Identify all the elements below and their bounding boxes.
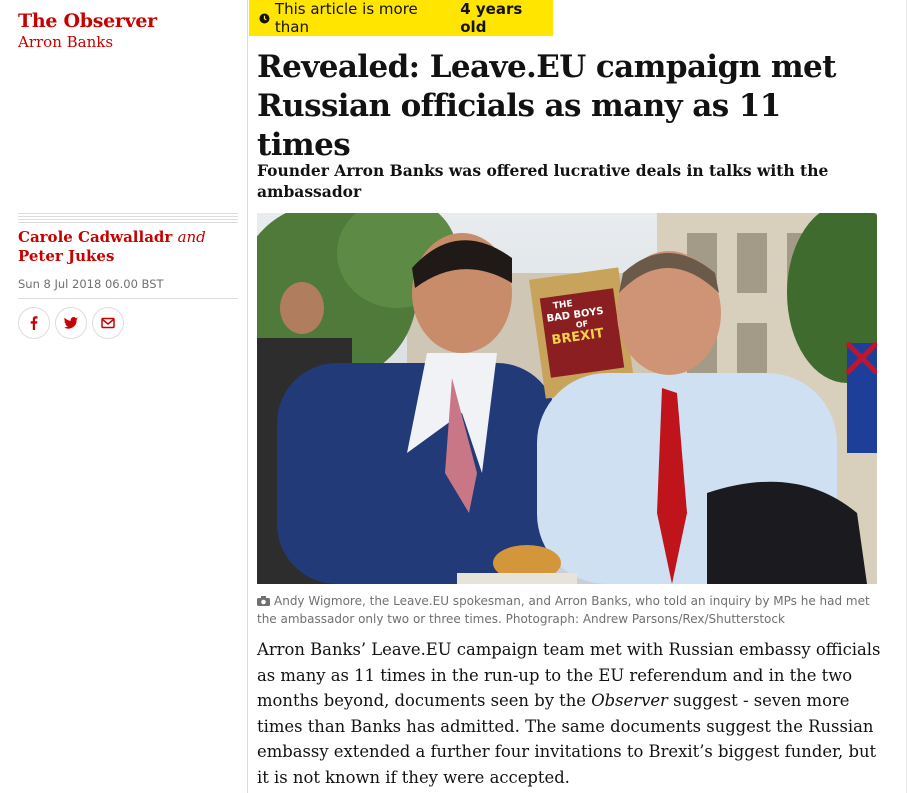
publish-date: Sun 8 Jul 2018 06.00 BST — [18, 277, 164, 291]
column-divider — [247, 0, 248, 793]
series-link[interactable]: Arron Banks — [18, 33, 113, 51]
section-link[interactable]: The Observer — [18, 10, 157, 32]
meta-divider — [18, 213, 238, 223]
headline: Revealed: Leave.EU campaign met Russian … — [257, 49, 836, 163]
email-icon — [101, 317, 115, 329]
share-facebook-button[interactable] — [18, 307, 50, 339]
byline: Carole Cadwalladr and Peter Jukes — [18, 228, 238, 266]
age-badge-prefix: This article is more than — [274, 0, 418, 36]
clock-icon — [259, 12, 270, 24]
article-body-paragraph: Arron Banks’ Leave.EU campaign team met … — [257, 637, 887, 790]
publication-name: Observer — [591, 691, 668, 710]
twitter-icon — [64, 317, 78, 329]
age-badge-value: 4 years old — [460, 0, 523, 36]
facebook-icon — [30, 316, 38, 330]
photo-illustration: THE BAD BOYS OF BREXIT — [257, 213, 877, 584]
author-link[interactable]: Peter Jukes — [18, 247, 114, 265]
share-twitter-button[interactable] — [55, 307, 87, 339]
date-divider — [18, 298, 238, 299]
share-email-button[interactable] — [92, 307, 124, 339]
article-age-badge: This article is more than 4 years old — [249, 0, 553, 36]
author-link[interactable]: Carole Cadwalladr — [18, 228, 172, 246]
article-photo[interactable]: THE BAD BOYS OF BREXIT — [257, 213, 877, 584]
standfirst: Founder Arron Banks was offered lucrativ… — [257, 161, 829, 201]
camera-icon — [257, 596, 270, 606]
photo-caption: Andy Wigmore, the Leave.EU spokesman, an… — [257, 592, 877, 628]
caption-text: Andy Wigmore, the Leave.EU spokesman, an… — [257, 594, 870, 626]
byline-joiner: and — [177, 228, 206, 246]
